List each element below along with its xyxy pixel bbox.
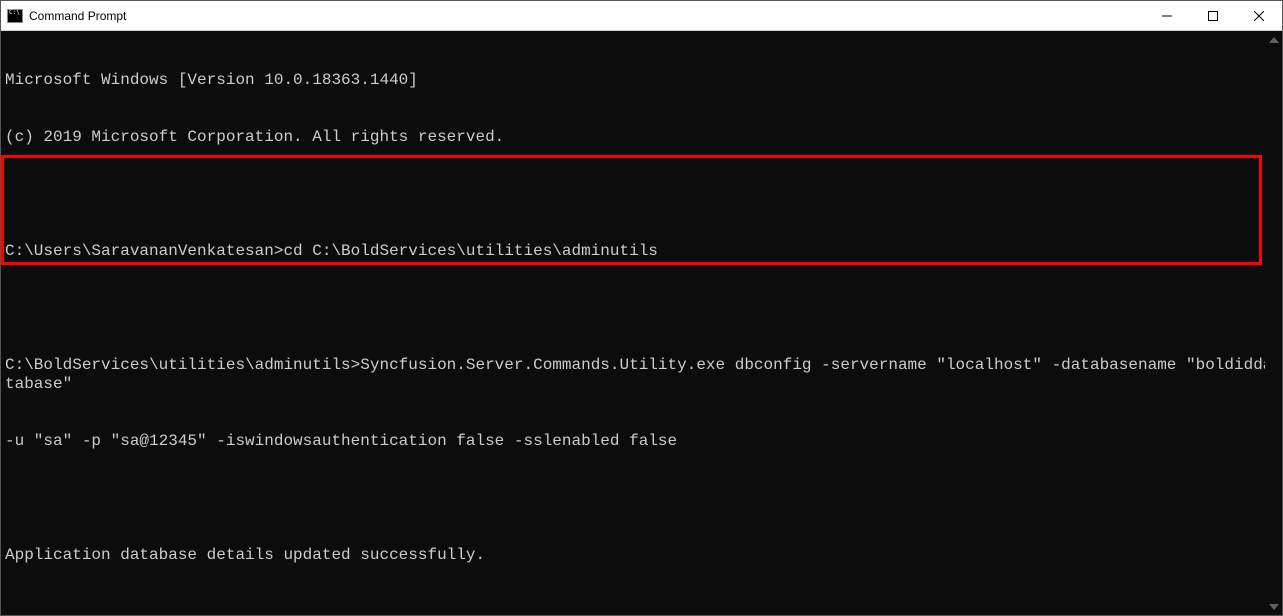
window-title: Command Prompt	[29, 9, 1144, 23]
cmd-icon	[7, 8, 23, 24]
terminal-output: (c) 2019 Microsoft Corporation. All righ…	[5, 128, 1278, 147]
window-controls	[1144, 1, 1282, 30]
terminal-output: C:\Users\SaravananVenkatesan>cd C:\BoldS…	[5, 242, 1278, 261]
maximize-button[interactable]	[1190, 1, 1236, 30]
terminal-output: Microsoft Windows [Version 10.0.18363.14…	[5, 71, 1278, 90]
command-prompt-window: Command Prompt Microsoft Windows [Versio…	[0, 0, 1283, 616]
terminal-output: C:\BoldServices\utilities\adminutils>Syn…	[5, 356, 1278, 394]
terminal-output	[5, 603, 1278, 615]
terminal-output	[5, 299, 1278, 318]
scroll-up-icon[interactable]	[1265, 31, 1282, 48]
minimize-button[interactable]	[1144, 1, 1190, 30]
terminal-output	[5, 489, 1278, 508]
terminal-output: -u "sa" -p "sa@12345" -iswindowsauthenti…	[5, 432, 1278, 451]
close-button[interactable]	[1236, 1, 1282, 30]
scroll-down-icon[interactable]	[1265, 598, 1282, 615]
terminal-output: Application database details updated suc…	[5, 546, 1278, 565]
titlebar[interactable]: Command Prompt	[1, 1, 1282, 31]
terminal-area[interactable]: Microsoft Windows [Version 10.0.18363.14…	[1, 31, 1282, 615]
scrollbar[interactable]	[1265, 31, 1282, 615]
terminal-output	[5, 185, 1278, 204]
